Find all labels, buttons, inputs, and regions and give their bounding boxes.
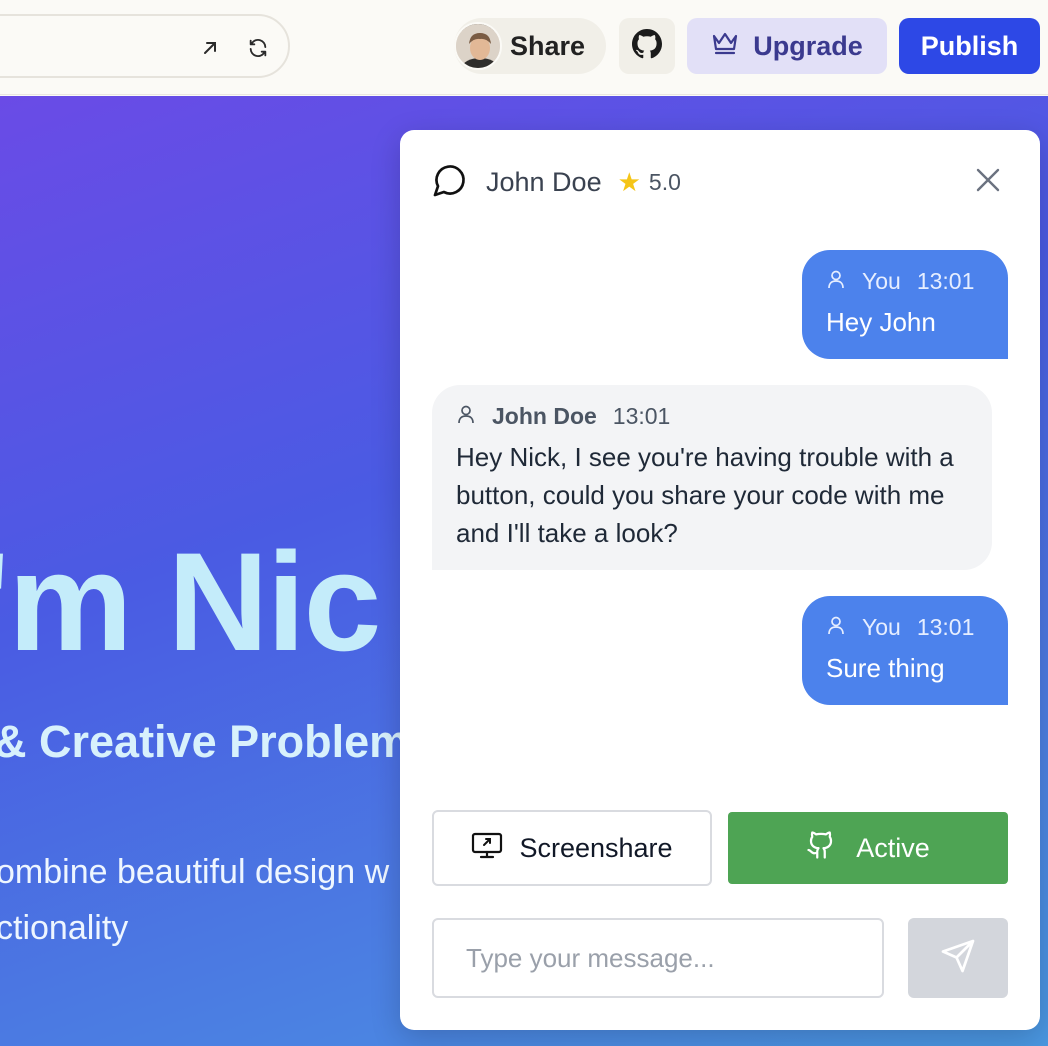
close-icon — [975, 167, 1001, 198]
github-active-button[interactable]: Active — [728, 812, 1008, 884]
github-icon — [806, 829, 836, 868]
message-sender: John Doe — [492, 403, 597, 429]
chat-panel: John Doe ★ 5.0 You 13:01 Hey John John D… — [400, 130, 1040, 1030]
message-text: Hey Nick, I see you're having trouble wi… — [456, 442, 954, 548]
top-toolbar: Share Upgrade Publish — [0, 0, 1048, 95]
chat-header: John Doe ★ 5.0 — [432, 162, 1008, 202]
chat-message-outgoing: You 13:01 Hey John — [802, 250, 1008, 359]
user-icon — [456, 403, 476, 430]
avatar — [454, 22, 502, 70]
contact-rating: 5.0 — [648, 168, 681, 195]
share-button[interactable]: Share — [454, 18, 606, 74]
chat-message-outgoing: You 13:01 Sure thing — [802, 596, 1008, 705]
active-label: Active — [856, 832, 930, 863]
hero-body-line: ombine beautiful design w — [0, 853, 390, 891]
crown-icon — [711, 30, 739, 63]
send-button[interactable] — [908, 918, 1008, 998]
chat-message-incoming: John Doe 13:01 Hey Nick, I see you're ha… — [432, 385, 992, 570]
hero-body-line: ctionality — [0, 909, 129, 947]
chat-bubble-icon — [432, 162, 468, 203]
message-time: 13:01 — [612, 403, 671, 429]
message-text: Hey John — [826, 307, 936, 337]
screenshare-label: Screenshare — [519, 832, 673, 863]
user-icon — [826, 268, 846, 295]
message-text: Sure thing — [826, 653, 945, 683]
message-time: 13:01 — [916, 614, 975, 640]
url-bar[interactable] — [0, 14, 290, 78]
upgrade-label: Upgrade — [753, 30, 863, 61]
close-button[interactable] — [968, 162, 1008, 202]
message-meta: You 13:01 — [826, 614, 984, 641]
hero-subtitle: & Creative Problem — [0, 716, 410, 767]
hero-title: I'm Nic — [0, 523, 381, 680]
message-time: 13:01 — [916, 268, 975, 294]
hero-body: ombine beautiful design w ctionality — [0, 844, 389, 956]
screenshare-button[interactable]: Screenshare — [432, 810, 712, 886]
share-label: Share — [510, 30, 586, 61]
github-icon — [632, 28, 662, 64]
message-sender: You — [862, 614, 901, 640]
user-icon — [826, 614, 846, 641]
star-icon: ★ — [617, 167, 641, 197]
message-sender: You — [862, 268, 901, 294]
message-meta: You 13:01 — [826, 268, 984, 295]
upgrade-button[interactable]: Upgrade — [687, 18, 887, 74]
refresh-icon[interactable] — [246, 36, 270, 60]
screenshare-icon — [471, 831, 503, 866]
message-input[interactable] — [432, 918, 884, 998]
send-icon — [940, 938, 976, 979]
publish-button[interactable]: Publish — [899, 18, 1040, 74]
github-button[interactable] — [619, 18, 675, 74]
message-meta: John Doe 13:01 — [456, 403, 968, 430]
contact-name: John Doe — [486, 166, 602, 197]
open-external-icon[interactable] — [198, 36, 222, 60]
